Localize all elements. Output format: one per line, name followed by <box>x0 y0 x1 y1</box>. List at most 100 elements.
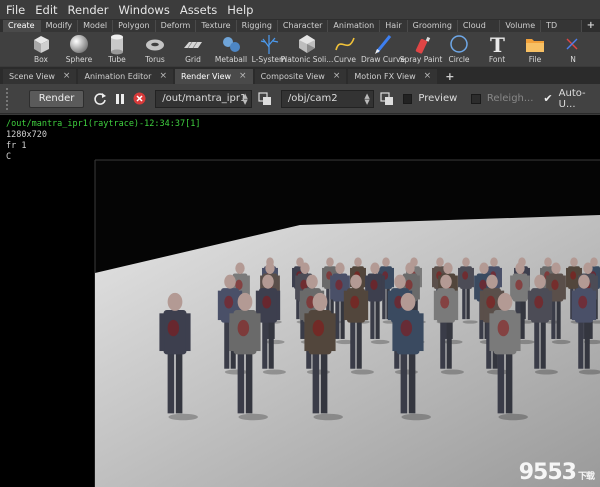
platonic-icon <box>299 35 315 53</box>
menu-bar: File Edit Render Windows Assets Help <box>0 0 600 19</box>
shelf-tab-create[interactable]: Create <box>3 20 41 32</box>
output-driver-field[interactable]: /out/mantra_ipr1 ▲ ▼ <box>155 89 252 108</box>
tool-sphere[interactable]: Sphere <box>60 32 98 66</box>
shelf-tab-bar: Create Modify Model Polygon Deform Textu… <box>0 19 600 42</box>
preview-checkbox[interactable] <box>402 93 413 104</box>
tool-spray-paint[interactable]: Spray Paint <box>400 32 442 66</box>
menu-help[interactable]: Help <box>227 3 253 17</box>
tab-render-view[interactable]: Render View × <box>175 69 253 84</box>
close-icon[interactable]: × <box>63 69 71 84</box>
circle-icon <box>450 35 468 53</box>
null-icon <box>566 38 578 50</box>
tool-curve[interactable]: Curve <box>326 32 364 66</box>
watermark: 9553 下载 <box>518 460 595 485</box>
chevron-updown-icon: ▲ ▼ <box>242 91 248 106</box>
shelf-tab-animation[interactable]: Animation <box>328 20 381 32</box>
tab-animation-editor[interactable]: Animation Editor × <box>78 69 174 84</box>
camera-field[interactable]: /obj/cam2 ▲ ▼ <box>280 89 374 108</box>
tab-label: Animation Editor <box>84 72 152 81</box>
tab-label: Scene View <box>9 72 55 81</box>
render-button[interactable]: Render <box>29 89 84 108</box>
tool-box[interactable]: Box <box>22 32 60 66</box>
tool-label: N <box>570 55 576 64</box>
tool-label: Font <box>488 55 506 64</box>
preview-label: Preview <box>418 93 458 104</box>
shelf-tab-texture[interactable]: Texture <box>196 20 237 32</box>
shelf-tab-volume[interactable]: Volume <box>500 20 542 32</box>
tool-draw-curve[interactable]: Draw Curve <box>361 32 405 66</box>
menu-file[interactable]: File <box>6 3 25 17</box>
shelf-tab-grooming[interactable]: Grooming <box>407 20 458 32</box>
render-viewport[interactable]: /out/mantra_ipr1(raytrace)-12:34:37[1] 1… <box>0 115 600 487</box>
tool-label: Box <box>34 55 48 64</box>
shelf-tab-character[interactable]: Character <box>277 20 329 32</box>
shelf-tab-cloud-fx[interactable]: Cloud FX <box>457 20 501 42</box>
chevron-updown-icon: ▲ ▼ <box>364 91 370 106</box>
shelf-tab-deform[interactable]: Deform <box>155 20 197 32</box>
tool-file[interactable]: File <box>516 32 554 66</box>
render-channel: C <box>6 152 12 162</box>
menu-windows[interactable]: Windows <box>118 3 169 17</box>
menu-assets[interactable]: Assets <box>180 3 217 17</box>
tab-composite-view[interactable]: Composite View × <box>254 69 347 84</box>
relight-label: Releigh... <box>486 93 534 104</box>
menu-render[interactable]: Render <box>68 3 109 17</box>
watermark-suffix: 下载 <box>577 472 595 482</box>
watermark-text: 9553 <box>518 460 577 485</box>
close-icon[interactable]: × <box>159 69 167 84</box>
tool-label: Circle <box>448 55 470 64</box>
tab-label: Composite View <box>260 72 325 81</box>
relight-checkbox[interactable] <box>471 93 481 104</box>
render-image <box>94 159 600 487</box>
tab-scene-view[interactable]: Scene View × <box>3 69 77 84</box>
toolbar-grip[interactable] <box>0 84 13 114</box>
torus-icon <box>146 39 164 51</box>
shelf-tab-modify[interactable]: Modify <box>40 20 79 32</box>
tool-label: Grid <box>185 55 201 64</box>
draw-curve-icon <box>375 35 392 54</box>
node-jump-icon[interactable] <box>258 91 273 107</box>
shelf-tab-td-tools[interactable]: TD Tools <box>541 20 582 42</box>
tool-grid[interactable]: Grid <box>174 32 212 66</box>
tool-circle[interactable]: Circle <box>440 32 478 66</box>
tool-font[interactable]: T Font <box>478 32 516 66</box>
metaball-icon <box>223 37 240 52</box>
close-icon[interactable]: × <box>239 69 247 84</box>
pane-tab-bar: Scene View × Animation Editor × Render Vie… <box>0 67 600 84</box>
add-pane-tab-button[interactable]: + <box>439 69 460 84</box>
sphere-icon <box>70 35 88 53</box>
shelf-toolbar: Box Sphere Tube Torus Grid Metaball L-Sy… <box>0 32 600 66</box>
render-toolbar: Render /out/mantra_ipr1 ▲ ▼ /obj/cam2 ▲ ▼ … <box>0 84 600 114</box>
stop-icon[interactable] <box>132 91 147 107</box>
refresh-icon[interactable] <box>92 91 107 107</box>
spray-paint-icon <box>415 36 431 54</box>
close-icon[interactable]: × <box>333 69 341 84</box>
tube-icon <box>111 34 123 55</box>
tab-label: Motion FX View <box>354 72 416 81</box>
pause-icon[interactable] <box>112 91 127 107</box>
tool-platonic[interactable]: Platonic Soli... <box>281 32 333 66</box>
tool-label: Sphere <box>65 55 93 64</box>
camera-jump-icon[interactable] <box>380 91 395 107</box>
camera-value: /obj/cam2 <box>287 93 338 104</box>
tool-metaball[interactable]: Metaball <box>212 32 250 66</box>
close-icon[interactable]: × <box>424 69 432 84</box>
tool-tube[interactable]: Tube <box>98 32 136 66</box>
shelf-tab-model[interactable]: Model <box>78 20 114 32</box>
render-info-overlay: /out/mantra_ipr1(raytrace)-12:34:37[1] 1… <box>6 119 200 163</box>
tool-null[interactable]: N <box>554 32 592 66</box>
font-icon: T <box>490 33 505 55</box>
tool-label: Curve <box>333 55 357 64</box>
render-frame: fr 1 <box>6 141 27 151</box>
file-icon <box>526 39 544 52</box>
shelf-tab-polygon[interactable]: Polygon <box>113 20 156 32</box>
shelf-tab-rigging[interactable]: Rigging <box>236 20 278 32</box>
tab-motion-fx-view[interactable]: Motion FX View × <box>348 69 438 84</box>
tool-label: Tube <box>108 55 126 64</box>
auto-update-check-icon[interactable]: ✔ <box>543 92 552 105</box>
shelf-tab-hair[interactable]: Hair <box>380 20 408 32</box>
auto-update-label: Auto-U... <box>558 87 586 110</box>
tool-torus[interactable]: Torus <box>136 32 174 66</box>
add-shelf-tab-button[interactable]: + <box>582 20 600 32</box>
menu-edit[interactable]: Edit <box>35 3 57 17</box>
